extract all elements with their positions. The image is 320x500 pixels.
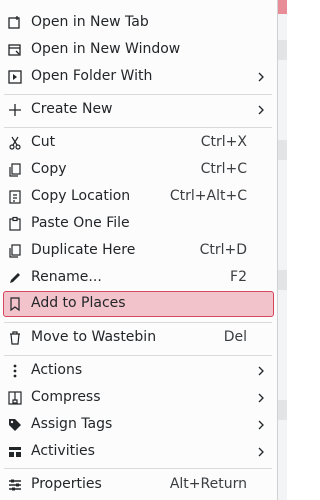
menu-item-label: Add to Places [31, 295, 126, 311]
menu-item-compress[interactable]: Compress [0, 385, 277, 411]
tag-icon [7, 417, 23, 433]
plus-icon [7, 102, 23, 118]
chevron-right-icon [257, 446, 265, 458]
menu-item-activities[interactable]: Activities [0, 439, 277, 465]
chevron-right-icon [257, 392, 265, 404]
menu-item-label: Rename... [31, 269, 102, 285]
background-row [278, 140, 287, 160]
menu-separator [4, 468, 272, 469]
menu-item-label: Assign Tags [31, 416, 113, 432]
chevron-right-icon [257, 104, 265, 116]
menu-item-label: Copy [31, 161, 67, 177]
menu-item-cut[interactable]: Cut Ctrl+X [0, 130, 277, 156]
shortcut-label: F2 [230, 269, 247, 285]
menu-item-label: Compress [31, 389, 101, 405]
shortcut-label: Ctrl+X [200, 134, 247, 150]
menu-item-label: Properties [31, 476, 102, 492]
menu-separator [4, 355, 272, 356]
menu-item-label: Paste One File [31, 215, 130, 231]
open-folder-with-icon [7, 69, 23, 85]
menu-item-rename[interactable]: Rename... F2 [0, 265, 277, 291]
activities-icon [7, 444, 23, 460]
new-tab-icon [7, 15, 23, 31]
menu-item-label: Move to Wastebin [31, 329, 157, 345]
shortcut-label: Ctrl+D [199, 242, 247, 258]
menu-item-open-folder-with[interactable]: Open Folder With [0, 64, 277, 90]
menu-item-actions[interactable]: Actions [0, 358, 277, 384]
menu-separator [4, 322, 272, 323]
chevron-right-icon [257, 71, 265, 83]
chevron-right-icon [257, 419, 265, 431]
background-row [278, 270, 287, 290]
shortcut-label: Ctrl+Alt+C [169, 188, 247, 204]
chevron-right-icon [257, 365, 265, 377]
menu-item-label: Actions [31, 362, 83, 378]
shortcut-label: Ctrl+C [200, 161, 247, 177]
duplicate-icon [7, 243, 23, 259]
menu-item-paste[interactable]: Paste One File [0, 211, 277, 237]
menu-item-duplicate[interactable]: Duplicate Here Ctrl+D [0, 238, 277, 264]
menu-item-label: Activities [31, 443, 95, 459]
background-row [278, 400, 287, 420]
new-window-icon [7, 42, 23, 58]
copy-location-icon [7, 189, 23, 205]
pencil-icon [7, 270, 23, 286]
menu-item-open-new-window[interactable]: Open in New Window [0, 37, 277, 63]
copy-icon [7, 162, 23, 178]
paste-icon [7, 216, 23, 232]
menu-item-copy[interactable]: Copy Ctrl+C [0, 157, 277, 183]
menu-item-label: Create New [31, 101, 113, 117]
menu-item-label: Copy Location [31, 188, 131, 204]
background-row [278, 40, 287, 60]
more-vertical-icon [7, 363, 23, 379]
menu-item-label: Open in New Window [31, 41, 181, 57]
trash-icon [7, 330, 23, 346]
menu-item-assign-tags[interactable]: Assign Tags [0, 412, 277, 438]
shortcut-label: Alt+Return [169, 476, 247, 492]
menu-item-properties[interactable]: Properties Alt+Return [0, 472, 277, 498]
menu-item-move-to-wastebin[interactable]: Move to Wastebin Del [0, 325, 277, 351]
shortcut-label: Del [223, 329, 247, 345]
menu-item-label: Open in New Tab [31, 14, 149, 30]
menu-item-label: Duplicate Here [31, 242, 136, 258]
menu-item-add-to-places[interactable]: Add to Places [0, 291, 277, 317]
bookmark-icon [7, 296, 23, 312]
scissors-icon [7, 135, 23, 151]
context-menu: Open in New Tab Open in New Window Open … [0, 0, 278, 500]
menu-item-open-new-tab[interactable]: Open in New Tab [0, 10, 277, 36]
menu-item-label: Cut [31, 134, 56, 150]
menu-item-copy-location[interactable]: Copy Location Ctrl+Alt+C [0, 184, 277, 210]
compress-icon [7, 390, 23, 406]
menu-separator [4, 94, 272, 95]
menu-item-label: Open Folder With [31, 68, 153, 84]
properties-icon [7, 477, 23, 493]
menu-item-create-new[interactable]: Create New [0, 97, 277, 123]
menu-separator [4, 127, 272, 128]
